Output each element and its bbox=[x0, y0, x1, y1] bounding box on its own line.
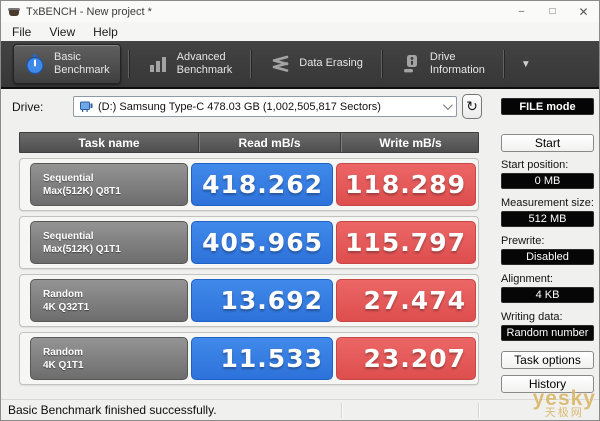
chevron-down-icon bbox=[442, 100, 453, 111]
status-bar: Basic Benchmark finished successfully. bbox=[1, 399, 599, 420]
table-header: Task name Read mB/s Write mB/s bbox=[19, 132, 479, 153]
tab-label: Data Erasing bbox=[299, 57, 363, 70]
task-button-rand-q1t1[interactable]: Random 4K Q1T1 bbox=[30, 337, 188, 380]
app-icon bbox=[8, 6, 21, 18]
status-separator bbox=[341, 403, 342, 418]
toolbar-separator bbox=[380, 50, 382, 78]
drive-selected-value: (D:) Samsung Type-C 478.03 GB (1,002,505… bbox=[98, 100, 381, 113]
write-result: 118.289 bbox=[336, 163, 476, 206]
close-button[interactable]: ✕ bbox=[568, 1, 599, 22]
writing-data-label: Writing data: bbox=[501, 311, 563, 323]
drive-select[interactable]: (D:) Samsung Type-C 478.03 GB (1,002,505… bbox=[73, 96, 457, 117]
tab-data-erasing[interactable]: Data Erasing bbox=[258, 44, 374, 84]
writing-data-field[interactable]: Random number bbox=[501, 325, 594, 341]
minimize-button[interactable]: – bbox=[506, 1, 537, 22]
drive-label: Drive: bbox=[12, 100, 44, 114]
table-row: Sequential Max(512K) Q1T1 405.965 115.79… bbox=[19, 216, 479, 269]
bar-chart-icon bbox=[147, 53, 169, 75]
refresh-icon: ↻ bbox=[466, 98, 478, 114]
task-button-seq-q8t1[interactable]: Sequential Max(512K) Q8T1 bbox=[30, 163, 188, 206]
tab-label: Drive Information bbox=[429, 50, 485, 76]
header-task-name: Task name bbox=[78, 135, 140, 150]
start-button[interactable]: Start bbox=[501, 134, 594, 152]
start-position-label: Start position: bbox=[501, 159, 569, 171]
stopwatch-icon bbox=[24, 53, 46, 75]
toolbar-separator bbox=[127, 50, 129, 78]
drive-info-icon bbox=[400, 53, 422, 75]
menu-view[interactable]: View bbox=[40, 25, 84, 39]
history-button[interactable]: History bbox=[501, 375, 594, 393]
prewrite-field[interactable]: Disabled bbox=[501, 249, 594, 265]
benchmark-table: Task name Read mB/s Write mB/s Sequentia… bbox=[19, 132, 479, 385]
toolbar-separator bbox=[250, 50, 252, 78]
tab-basic-benchmark[interactable]: Basic Benchmark bbox=[13, 44, 121, 84]
menu-help[interactable]: Help bbox=[84, 25, 127, 39]
title-bar: TxBENCH - New project * – □ ✕ bbox=[1, 1, 599, 22]
write-result: 23.207 bbox=[336, 337, 476, 380]
header-read: Read mB/s bbox=[198, 133, 340, 152]
tab-label: Basic Benchmark bbox=[54, 50, 110, 76]
menu-bar: File View Help bbox=[1, 22, 599, 41]
prewrite-label: Prewrite: bbox=[501, 235, 545, 247]
task-button-seq-q1t1[interactable]: Sequential Max(512K) Q1T1 bbox=[30, 221, 188, 264]
read-result: 13.692 bbox=[191, 279, 333, 322]
task-options-button[interactable]: Task options bbox=[501, 351, 594, 369]
status-message: Basic Benchmark finished successfully. bbox=[8, 403, 217, 417]
settings-sidebar: FILE mode Start Start position: 0 MB Mea… bbox=[501, 96, 597, 393]
drive-icon bbox=[80, 101, 93, 112]
window-title: TxBENCH - New project * bbox=[26, 5, 152, 18]
alignment-label: Alignment: bbox=[501, 273, 553, 285]
tab-advanced-benchmark[interactable]: Advanced Benchmark bbox=[136, 44, 244, 84]
table-row: Random 4K Q1T1 11.533 23.207 bbox=[19, 332, 479, 385]
write-result: 27.474 bbox=[336, 279, 476, 322]
toolbar-separator bbox=[502, 50, 504, 78]
refresh-drives-button[interactable]: ↻ bbox=[462, 94, 482, 119]
status-separator bbox=[478, 403, 479, 418]
measurement-size-label: Measurement size: bbox=[501, 197, 594, 209]
table-row: Sequential Max(512K) Q8T1 418.262 118.28… bbox=[19, 158, 479, 211]
menu-file[interactable]: File bbox=[3, 25, 40, 39]
table-row: Random 4K Q32T1 13.692 27.474 bbox=[19, 274, 479, 327]
toolbar-overflow-arrow[interactable]: ▼ bbox=[521, 59, 531, 70]
header-write: Write mB/s bbox=[340, 133, 480, 152]
read-result: 405.965 bbox=[191, 221, 333, 264]
eraser-zigzag-icon bbox=[269, 53, 291, 75]
measurement-size-field[interactable]: 512 MB bbox=[501, 211, 594, 227]
tab-drive-information[interactable]: Drive Information bbox=[389, 44, 496, 84]
read-result: 11.533 bbox=[191, 337, 333, 380]
start-position-field[interactable]: 0 MB bbox=[501, 173, 594, 189]
write-result: 115.797 bbox=[336, 221, 476, 264]
read-result: 418.262 bbox=[191, 163, 333, 206]
txbench-window: TxBENCH - New project * – □ ✕ File View … bbox=[0, 0, 600, 421]
maximize-button[interactable]: □ bbox=[537, 1, 568, 22]
alignment-field[interactable]: 4 KB bbox=[501, 287, 594, 303]
toolbar: Basic Benchmark Advanced Benchmark Data E bbox=[1, 41, 599, 89]
tab-label: Advanced Benchmark bbox=[176, 50, 233, 76]
task-button-rand-q32t1[interactable]: Random 4K Q32T1 bbox=[30, 279, 188, 322]
file-mode-button[interactable]: FILE mode bbox=[501, 98, 594, 115]
